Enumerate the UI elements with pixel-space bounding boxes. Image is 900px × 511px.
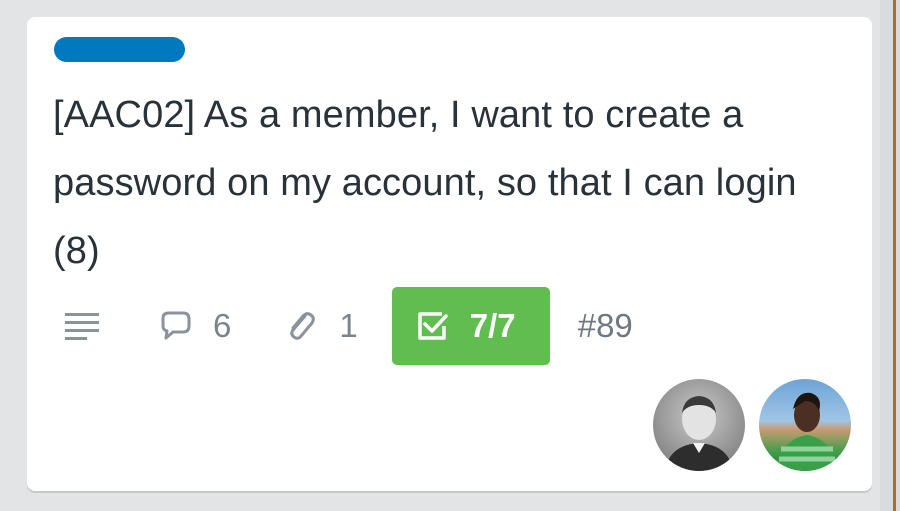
member-avatar[interactable] — [653, 379, 745, 471]
checklist-progress: 7/7 — [469, 307, 516, 344]
paperclip-icon — [281, 306, 321, 346]
card-number: #89 — [577, 307, 633, 344]
checklist-badge: 7/7 — [391, 287, 550, 365]
adjacent-list-edge — [893, 0, 896, 511]
attachments-count: 1 — [339, 307, 358, 344]
card-label[interactable] — [54, 37, 185, 62]
list-background-strip — [880, 0, 900, 511]
comments-count: 6 — [213, 307, 232, 344]
checkbox-checked-icon — [412, 306, 452, 346]
description-lines-icon — [63, 306, 103, 346]
card-title: [AAC02] As a member, I want to create a … — [53, 94, 797, 272]
member-avatar[interactable] — [759, 379, 851, 471]
card-badges: 6 1 7/7 #89 — [63, 287, 633, 365]
speech-bubble-icon — [155, 306, 195, 346]
card[interactable]: [AAC02] As a member, I want to create a … — [27, 17, 872, 491]
